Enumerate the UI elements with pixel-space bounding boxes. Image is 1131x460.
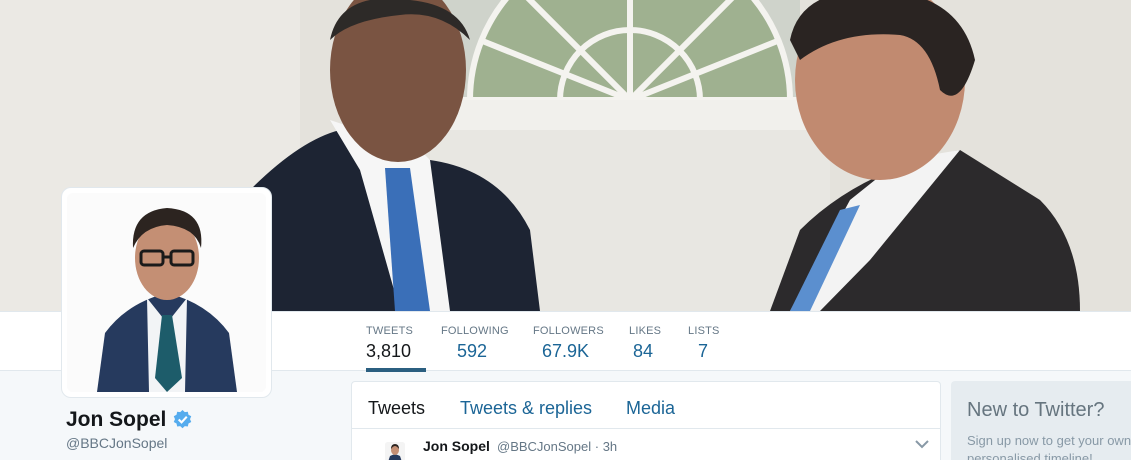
stat-likes-label: LIKES: [629, 325, 662, 337]
signup-title: New to Twitter?: [967, 399, 1105, 421]
stat-followers-value: 67.9K: [542, 341, 590, 361]
stat-lists[interactable]: LISTS 7: [688, 312, 720, 371]
stat-tweets[interactable]: TWEETS 3,810: [366, 312, 426, 372]
avatar-photo: [67, 193, 266, 392]
stat-tweets-label: TWEETS: [366, 325, 414, 337]
stat-following-value: 592: [457, 341, 488, 361]
tweet-author-name[interactable]: Jon Sopel: [423, 438, 490, 454]
stat-following[interactable]: FOLLOWING 592: [441, 312, 509, 371]
tweet-avatar[interactable]: [385, 442, 405, 460]
tweet-item[interactable]: Jon Sopel @BBCJonSopel · 3h: [352, 429, 940, 460]
stat-likes[interactable]: LIKES 84: [629, 312, 661, 371]
signup-module: New to Twitter? Sign up now to get your …: [951, 381, 1131, 460]
verified-badge-icon: [173, 410, 192, 429]
tweet-author-handle-time[interactable]: @BBCJonSopel · 3h: [497, 439, 617, 454]
stat-following-label: FOLLOWING: [441, 325, 509, 337]
tab-tweets[interactable]: Tweets: [368, 398, 425, 419]
profile-name[interactable]: Jon Sopel: [66, 408, 166, 432]
stat-tweets-value: 3,810: [366, 341, 412, 361]
chevron-down-icon[interactable]: [915, 439, 929, 449]
timeline-card: Tweets Tweets & replies Media Jon Sopel …: [351, 381, 941, 460]
stat-likes-value: 84: [633, 341, 654, 361]
timeline-tabs: Tweets Tweets & replies Media: [352, 382, 940, 429]
stat-followers-label: FOLLOWERS: [533, 325, 604, 337]
tab-media[interactable]: Media: [626, 398, 675, 419]
profile-avatar[interactable]: [61, 187, 272, 398]
profile-handle[interactable]: @BBCJonSopel: [66, 435, 167, 451]
stat-lists-value: 7: [698, 341, 709, 361]
stat-lists-label: LISTS: [688, 325, 720, 337]
stat-followers[interactable]: FOLLOWERS 67.9K: [533, 312, 604, 371]
signup-text: Sign up now to get your own personalised…: [967, 433, 1131, 460]
tab-tweets-and-replies[interactable]: Tweets & replies: [460, 398, 592, 419]
